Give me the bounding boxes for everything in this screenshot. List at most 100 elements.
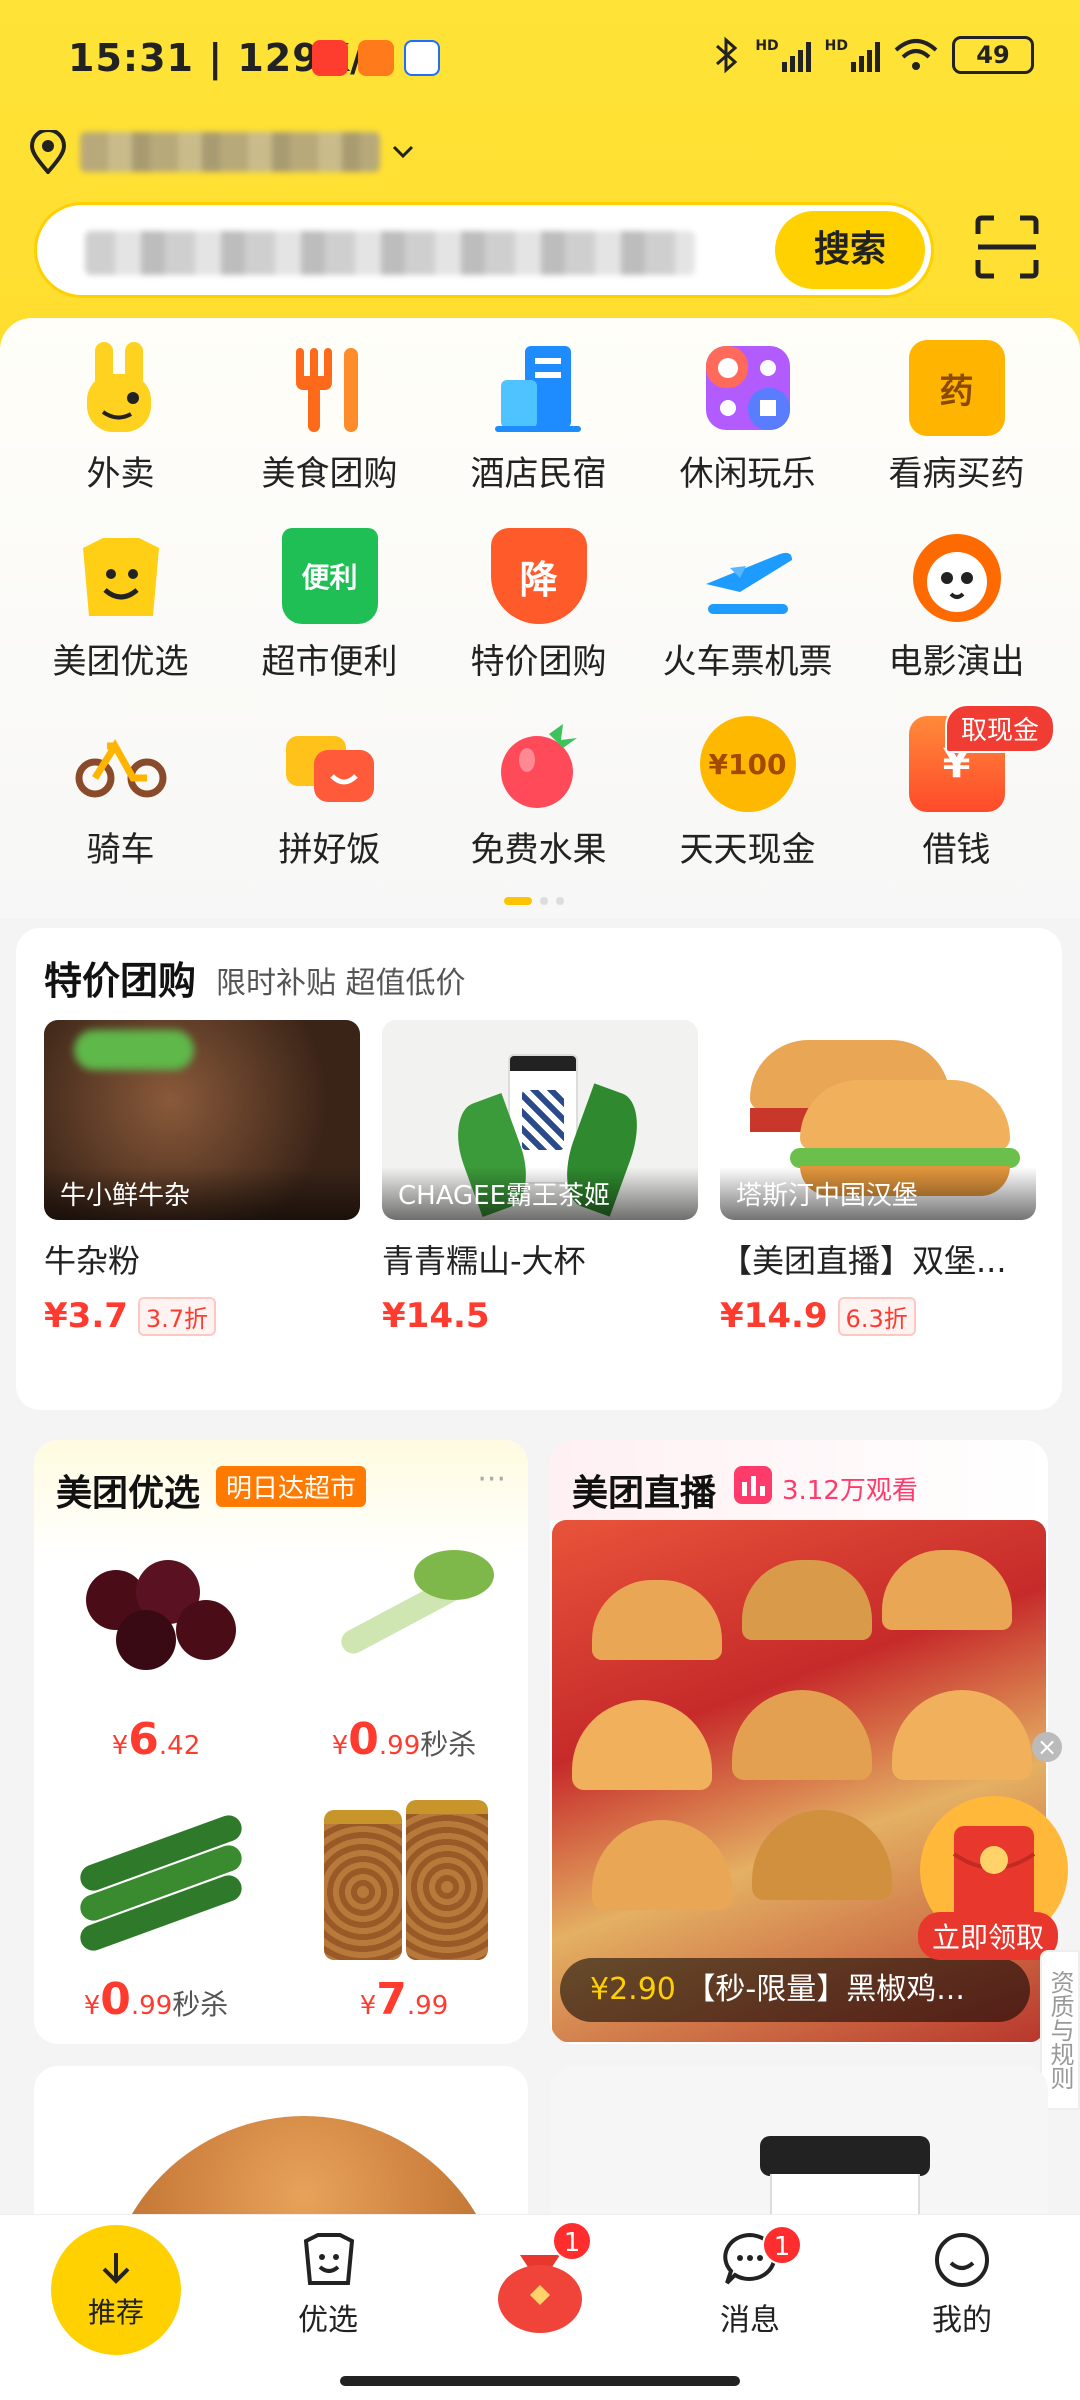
live-view-count: 3.12万观看 [782, 1476, 918, 1506]
youxuan-product[interactable]: ¥0.99秒杀 [56, 1790, 256, 2025]
strawberry-icon [500, 724, 577, 808]
status-bar: 15:31 | 129K/s HD HD 49 [0, 28, 1080, 88]
category-label: 火车票机票 [662, 642, 833, 682]
youxuan-card[interactable]: 美团优选 明日达超市 ··· ¥6.42 ¥0.99秒杀 ¥0.99秒杀 ¥7.… [34, 1440, 528, 2044]
pager-dot-active [504, 897, 532, 905]
category-medicine[interactable]: 药 看病买药 [852, 340, 1061, 500]
status-app-icons [312, 40, 440, 76]
deal-card[interactable]: 牛小鲜牛杂 牛杂粉 ¥3.7 3.7折 [44, 1020, 360, 1336]
deal-price: ¥14.9 [720, 1296, 828, 1336]
nav-profile[interactable]: 我的 [872, 2215, 1052, 2355]
deal-name: 【美团直播】双堡... [720, 1242, 1007, 1280]
bicycle-icon [75, 739, 166, 798]
taobao-notification-icon [312, 40, 348, 76]
live-product-title: 【秒-限量】黑椒鸡... [685, 1972, 965, 2007]
category-supermarket[interactable]: 便利 超市便利 [225, 528, 434, 688]
live-price: ¥2.90 [590, 1972, 676, 2007]
deal-card[interactable]: 塔斯汀中国汉堡 【美团直播】双堡... ¥14.9 6.3折 [720, 1020, 1036, 1336]
category-youxuan[interactable]: 美团优选 [16, 528, 225, 688]
deal-card[interactable]: CHAGEE霸王茶姬 青青糯山-大杯 ¥14.5 [382, 1020, 698, 1336]
category-pager [504, 897, 564, 905]
deal-price: ¥14.5 [382, 1296, 490, 1336]
category-label: 骑车 [86, 830, 155, 870]
deal-image: CHAGEE霸王茶姬 [382, 1020, 698, 1220]
close-icon[interactable]: × [1032, 1732, 1062, 1762]
nav-lucky-bag[interactable]: 1 [450, 2215, 630, 2355]
location-selector[interactable] [28, 130, 414, 174]
deal-discount-badge: 3.7折 [137, 1296, 217, 1336]
supermarket-basket-icon: 便利 [281, 528, 378, 624]
leisure-grid-icon [705, 346, 790, 430]
category-grid: 外卖 美食团购 酒店民宿 休闲玩乐 药 看病买药 美团优选 便利 超市便利 降 … [16, 340, 1064, 876]
cat-face-icon [912, 534, 1001, 622]
location-pin-icon [29, 130, 67, 174]
category-label: 酒店民宿 [470, 454, 607, 494]
category-hotel[interactable]: 酒店民宿 [434, 340, 643, 500]
category-label: 美团优选 [52, 642, 189, 682]
scan-icon[interactable] [974, 214, 1040, 280]
deal-shop-name: 牛小鲜牛杂 [44, 1167, 360, 1220]
nav-label: 优选 [298, 2303, 358, 2338]
cash-out-tag: 取现金 [944, 704, 1055, 753]
youxuan-price: ¥7.99 [359, 1974, 449, 2025]
waimai-rabbit-icon [86, 342, 151, 432]
youxuan-product[interactable]: ¥7.99 [304, 1790, 504, 2025]
nav-recommend[interactable]: 推荐 [26, 2215, 206, 2355]
category-meishi[interactable]: 美食团购 [225, 340, 434, 500]
youxuan-bag-nav-icon [303, 2233, 355, 2285]
medicine-box-icon: 药 [908, 340, 1005, 436]
search-bar[interactable]: 搜索 [34, 202, 934, 298]
search-button[interactable]: 搜索 [775, 211, 925, 289]
notification-badge: 1 [552, 2221, 592, 2261]
nav-messages[interactable]: 消息 1 [660, 2215, 840, 2355]
pager-dot [540, 897, 548, 905]
category-tejia[interactable]: 降 特价团购 [434, 528, 643, 688]
deals-subtitle: 限时补贴 超值低价 [216, 966, 466, 1001]
hotel-building-icon [494, 346, 581, 432]
youxuan-price: ¥6.42 [111, 1714, 201, 1765]
youxuan-product[interactable]: ¥0.99秒杀 [304, 1530, 504, 1765]
live-video-thumbnail[interactable]: ¥2.90 【秒-限量】黑椒鸡... [552, 1520, 1046, 2042]
plane-icon [705, 552, 792, 614]
category-bike[interactable]: 骑车 [16, 716, 225, 876]
deal-shop-name: 塔斯汀中国汉堡 [720, 1167, 1036, 1220]
deal-image: 牛小鲜牛杂 [44, 1020, 360, 1220]
live-bars-icon [734, 1466, 772, 1504]
category-label: 看病买药 [888, 454, 1025, 494]
bluetooth-icon [716, 36, 738, 74]
nav-label: 我的 [932, 2303, 992, 2338]
app-notification-icon [358, 40, 394, 76]
category-pinhaofan[interactable]: 拼好饭 [225, 716, 434, 876]
status-right-icons: HD HD 49 [713, 36, 1034, 74]
lettuce-stem-image [314, 1530, 494, 1700]
category-label: 免费水果 [470, 830, 607, 870]
category-cash[interactable]: ¥100 天天现金 [643, 716, 852, 876]
almonds-jar-image [314, 1790, 494, 1960]
telecom-notification-icon [404, 40, 440, 76]
category-tickets[interactable]: 火车票机票 [643, 528, 852, 688]
deal-shop-name: CHAGEE霸王茶姬 [382, 1167, 698, 1220]
youxuan-bag-icon [82, 538, 159, 616]
category-waimai[interactable]: 外卖 [16, 340, 225, 500]
category-leisure[interactable]: 休闲玩乐 [643, 340, 852, 500]
discount-arrow-icon: 降 [490, 528, 587, 624]
category-label: 外卖 [86, 454, 155, 494]
category-fruit[interactable]: 免费水果 [434, 716, 643, 876]
claim-now-button[interactable]: 立即领取 [918, 1912, 1059, 1960]
arrow-down-icon [102, 2253, 130, 2284]
category-label: 特价团购 [470, 642, 607, 682]
deal-name: 牛杂粉 [44, 1242, 141, 1280]
more-icon[interactable]: ··· [477, 1462, 506, 1497]
category-label: 天天现金 [679, 830, 816, 870]
home-indicator[interactable] [340, 2376, 740, 2386]
live-caption: ¥2.90 【秒-限量】黑椒鸡... [560, 1958, 1030, 2022]
signal-2-icon: HD [825, 38, 880, 72]
category-loan[interactable]: 取现金 ¥ 借钱 [852, 704, 1061, 876]
nav-youxuan[interactable]: 优选 [238, 2215, 418, 2355]
youxuan-product[interactable]: ¥6.42 [56, 1530, 256, 1765]
category-label: 拼好饭 [278, 830, 381, 870]
fork-icon [295, 348, 358, 432]
category-movies[interactable]: 电影演出 [852, 528, 1061, 688]
category-label: 休闲玩乐 [679, 454, 816, 494]
deal-discount-badge: 6.3折 [837, 1296, 916, 1336]
